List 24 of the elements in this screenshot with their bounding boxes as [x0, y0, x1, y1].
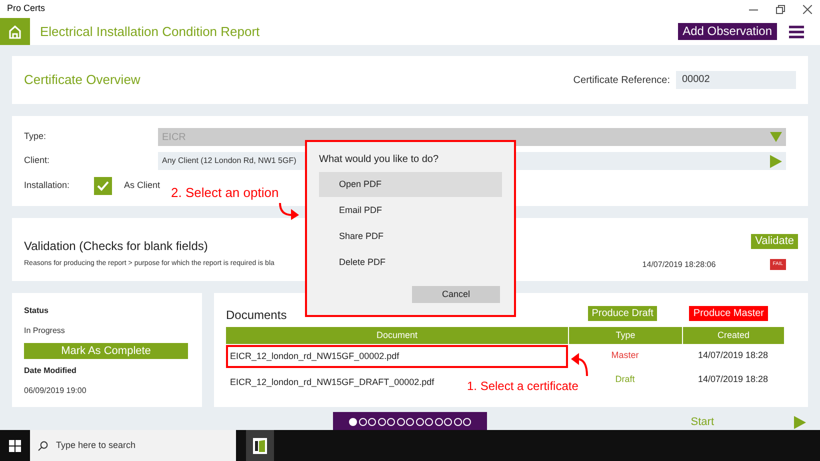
column-header: Document: [375, 329, 419, 342]
column-header: Type: [568, 327, 682, 344]
date-label: Date Modified: [24, 365, 78, 377]
field-label: Installation:: [24, 179, 71, 192]
table-cell-text: 14/07/2019 18:28: [696, 373, 770, 386]
dialog-title: What would you like to do?: [318, 153, 440, 167]
column-header: Created: [682, 327, 784, 344]
section-title: Validation (Checks for blank fields): [24, 238, 208, 254]
section-title: Documents: [226, 307, 287, 324]
window-title: Pro Certs: [7, 2, 46, 16]
date-value: 06/09/2019 19:00: [24, 385, 88, 397]
page-title: Electrical Installation Condition Report: [40, 22, 260, 41]
status-value: In Progress: [24, 325, 66, 337]
field-label: Client:: [24, 154, 51, 168]
validation-time: 14/07/2019 18:28:06: [642, 258, 716, 270]
annotation-text: 2. Select an option: [171, 184, 279, 202]
annotation-text: 1. Select a certificate: [467, 378, 578, 395]
table-cell-text: Master: [610, 349, 640, 362]
checkbox-label: As Client: [124, 179, 160, 192]
field-label: Certificate Reference:: [573, 74, 670, 88]
table-cell-text: 14/07/2019 18:28: [696, 349, 770, 362]
field-label: Type:: [24, 130, 48, 144]
section-title: Certificate Overview: [24, 71, 140, 90]
status-label: Status: [24, 305, 50, 317]
